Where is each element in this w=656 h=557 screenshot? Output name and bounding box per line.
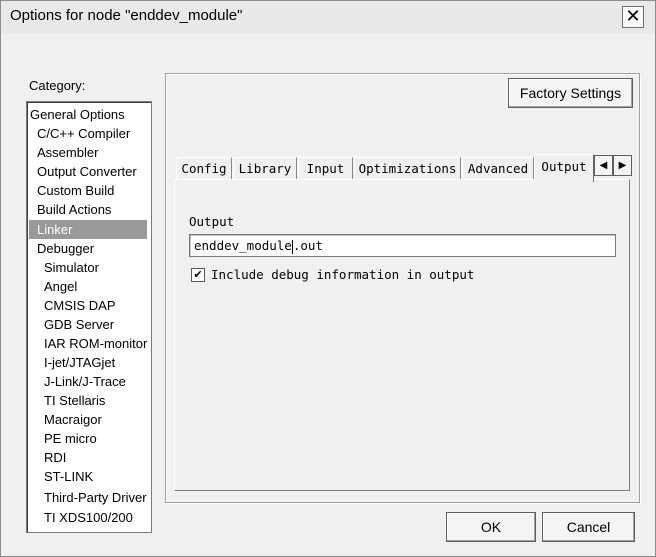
output-tab-page	[174, 179, 630, 491]
category-item-j-link[interactable]: J-Link/J-Trace	[44, 372, 126, 391]
tab-input[interactable]: Input	[298, 157, 353, 180]
category-item-gdb-server[interactable]: GDB Server	[44, 315, 114, 334]
tab-library[interactable]: Library	[233, 157, 297, 180]
category-item-cmsis-dap[interactable]: CMSIS DAP	[44, 296, 116, 315]
arrow-right-icon: ▶	[618, 160, 627, 171]
tab-advanced[interactable]: Advanced	[462, 157, 534, 180]
category-item-ti-stellaris[interactable]: TI Stellaris	[44, 391, 105, 410]
tab-config[interactable]: Config	[176, 157, 232, 180]
category-item-st-link[interactable]: ST-LINK	[44, 467, 93, 486]
category-item-assembler[interactable]: Assembler	[37, 143, 98, 162]
title-bar: Options for node "enddev_module" ✕	[1, 1, 655, 33]
category-list[interactable]: General Options C/C++ Compiler Assembler…	[26, 101, 152, 533]
ok-button[interactable]: OK	[446, 512, 536, 542]
category-item-general-options[interactable]: General Options	[30, 105, 148, 124]
category-item-simulator[interactable]: Simulator	[44, 258, 99, 277]
window-title: Options for node "enddev_module"	[10, 7, 243, 24]
tab-scroll-left-button[interactable]: ◀	[594, 155, 613, 176]
category-item-debugger[interactable]: Debugger	[37, 239, 94, 258]
category-item-ti-xds100[interactable]: TI XDS100/200	[44, 508, 133, 527]
cancel-button[interactable]: Cancel	[542, 512, 635, 542]
include-debug-checkbox[interactable]: ✔	[191, 268, 205, 282]
output-filename-value: enddev_module.out	[194, 238, 323, 254]
category-item-i-jet[interactable]: I-jet/JTAGjet	[44, 353, 115, 372]
include-debug-label[interactable]: Include debug information in output	[211, 267, 474, 282]
output-filename-input[interactable]: enddev_module.out	[189, 234, 616, 257]
category-item-iar-rom-monitor[interactable]: IAR ROM-monitor	[44, 334, 147, 353]
options-dialog: Options for node "enddev_module" ✕ Categ…	[0, 0, 656, 557]
category-item-third-party-driver[interactable]: Third-Party Driver	[44, 488, 147, 507]
tab-output[interactable]: Output	[534, 154, 594, 182]
category-item-build-actions[interactable]: Build Actions	[37, 200, 111, 219]
category-item-angel[interactable]: Angel	[44, 277, 77, 296]
filename-extension: .out	[292, 238, 323, 253]
category-item-rdi[interactable]: RDI	[44, 448, 66, 467]
category-item-macraigor[interactable]: Macraigor	[44, 410, 102, 429]
factory-settings-button[interactable]: Factory Settings	[508, 78, 633, 108]
close-icon: ✕	[625, 6, 641, 27]
category-item-linker[interactable]: Linker	[29, 220, 147, 239]
category-item-c-compiler[interactable]: C/C++ Compiler	[37, 124, 130, 143]
filename-base: enddev_module	[194, 238, 292, 253]
tab-scroll-right-button[interactable]: ▶	[613, 155, 632, 176]
close-button[interactable]: ✕	[622, 6, 644, 28]
category-item-custom-build[interactable]: Custom Build	[37, 181, 114, 200]
checkmark-icon: ✔	[193, 268, 203, 281]
category-label: Category:	[29, 78, 86, 93]
category-item-pe-micro[interactable]: PE micro	[44, 429, 97, 448]
arrow-left-icon: ◀	[599, 160, 608, 171]
category-item-output-converter[interactable]: Output Converter	[37, 162, 137, 181]
output-label: Output	[189, 214, 235, 229]
tab-optimizations[interactable]: Optimizations	[354, 157, 461, 180]
